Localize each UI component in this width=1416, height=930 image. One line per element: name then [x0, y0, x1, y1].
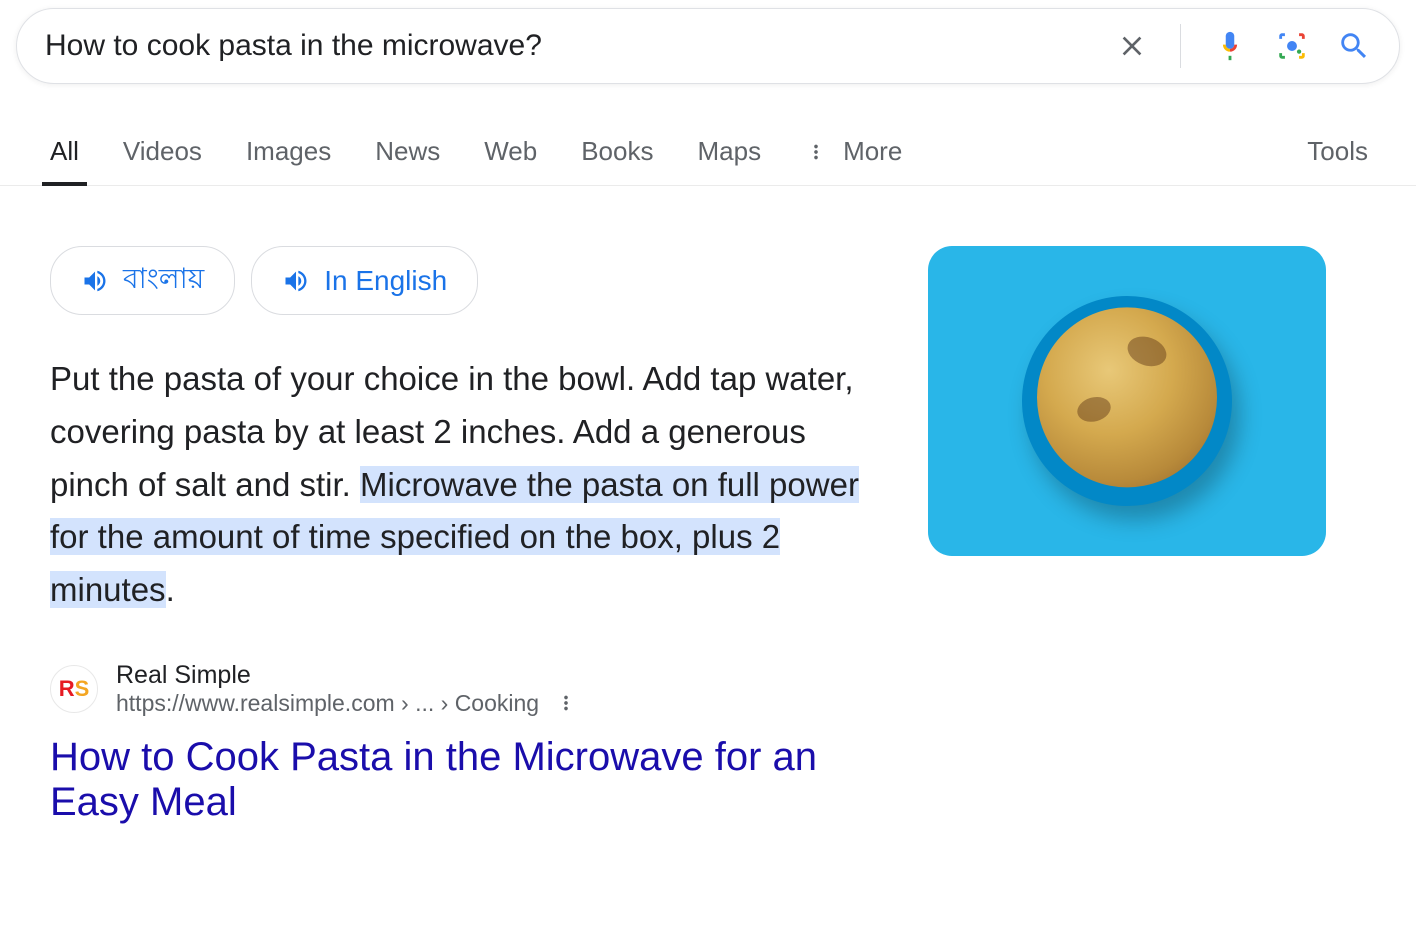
search-bar[interactable]: [16, 8, 1400, 84]
speaker-icon: [81, 267, 109, 295]
tab-web[interactable]: Web: [484, 136, 537, 185]
more-vert-icon[interactable]: [555, 692, 577, 714]
pasta-illustration: [1037, 307, 1217, 487]
site-url[interactable]: https://www.realsimple.com › ... › Cooki…: [116, 690, 539, 717]
snippet-suffix: .: [166, 571, 175, 608]
divider: [1180, 24, 1181, 68]
clear-icon[interactable]: [1116, 30, 1148, 62]
snippet-image[interactable]: [928, 246, 1326, 556]
site-url-row: https://www.realsimple.com › ... › Cooki…: [116, 690, 577, 717]
lens-icon[interactable]: [1275, 29, 1309, 63]
search-icon[interactable]: [1337, 29, 1371, 63]
tab-news[interactable]: News: [375, 136, 440, 185]
search-input[interactable]: [45, 29, 1116, 63]
favicon-r: R: [59, 676, 75, 702]
language-chips: বাংলায় In English: [50, 246, 880, 315]
tab-all[interactable]: All: [50, 136, 79, 185]
tab-books[interactable]: Books: [581, 136, 653, 185]
tabs-row: All Videos Images News Web Books Maps Mo…: [0, 136, 1416, 186]
more-vert-icon: [805, 141, 827, 163]
site-favicon: RS: [50, 665, 98, 713]
content: বাংলায় In English Put the pasta of your…: [0, 186, 1416, 825]
tab-videos[interactable]: Videos: [123, 136, 202, 185]
more-label: More: [843, 136, 902, 167]
lang-chip-english[interactable]: In English: [251, 246, 478, 315]
site-name: Real Simple: [116, 661, 577, 690]
tab-maps[interactable]: Maps: [697, 136, 761, 185]
main-column: বাংলায় In English Put the pasta of your…: [50, 246, 880, 825]
lang-chip-bengali[interactable]: বাংলায়: [50, 246, 235, 315]
source-info: Real Simple https://www.realsimple.com ›…: [116, 661, 577, 717]
result-source: RS Real Simple https://www.realsimple.co…: [50, 661, 880, 717]
mic-icon[interactable]: [1213, 29, 1247, 63]
search-icons: [1116, 24, 1371, 68]
result-title[interactable]: How to Cook Pasta in the Microwave for a…: [50, 735, 880, 825]
speaker-icon: [282, 267, 310, 295]
favicon-s: S: [75, 676, 90, 702]
tools-button[interactable]: Tools: [1307, 136, 1368, 185]
lang-chip-label: In English: [324, 265, 447, 297]
featured-snippet: Put the pasta of your choice in the bowl…: [50, 353, 880, 617]
tab-more[interactable]: More: [805, 136, 902, 185]
lang-chip-label: বাংলায়: [123, 257, 204, 304]
tab-images[interactable]: Images: [246, 136, 331, 185]
